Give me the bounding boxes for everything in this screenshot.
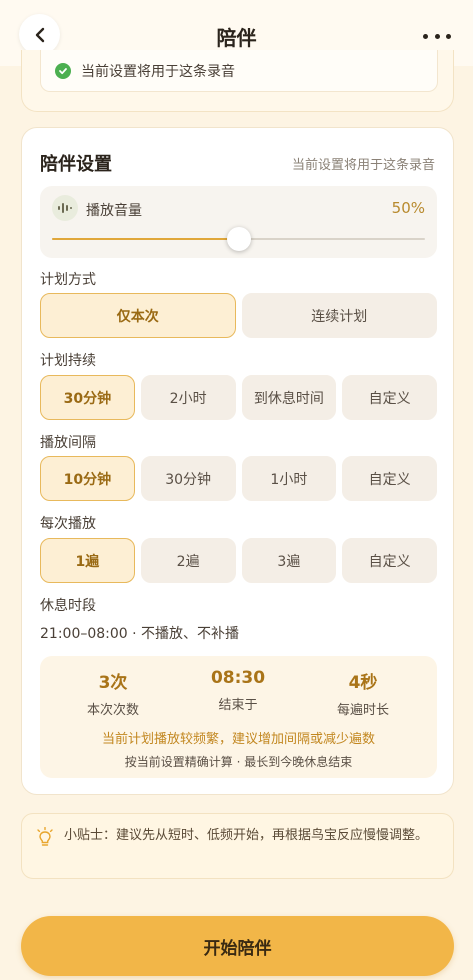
interval-option[interactable]: 10分钟 — [40, 456, 135, 501]
repeat-option[interactable]: 3遍 — [241, 538, 337, 583]
duration-label: 计划持续 — [40, 353, 96, 369]
plan-mode-options: 仅本次 连续计划 — [40, 293, 437, 338]
stat-label: 每遍时长 — [336, 703, 389, 718]
settings-card: 陪伴设置 当前设置将用于这条录音 播放音量 50% 计划方式 仅本次 连续计划 … — [21, 127, 454, 795]
stat-end-time: 08:30 结束于 — [178, 668, 298, 713]
volume-label: 播放音量 — [86, 203, 142, 219]
duration-option[interactable]: 2小时 — [140, 375, 236, 420]
sound-wave-icon — [52, 195, 78, 221]
interval-label: 播放间隔 — [40, 435, 96, 451]
recording-card: 当前设置将用于这条录音 — [21, 50, 454, 112]
volume-value: 50% — [391, 199, 425, 217]
settings-notice: 当前设置将用于这条录音 — [40, 50, 438, 92]
duration-options: 30分钟 2小时 到休息时间 自定义 — [40, 375, 437, 420]
tip-card: 小贴士：建议先从短时、低频开始，再根据鸟宝反应慢慢调整。 — [21, 813, 454, 879]
interval-option[interactable]: 1小时 — [241, 456, 337, 501]
frequency-warning: 当前计划播放较频繁，建议增加间隔或减少遍数 — [101, 732, 375, 747]
start-companion-button[interactable]: 开始陪伴 — [21, 916, 454, 976]
repeat-option[interactable]: 2遍 — [140, 538, 236, 583]
more-dots-icon — [423, 33, 428, 39]
calculation-note: 按当前设置精确计算 · 最长到今晚休息结束 — [124, 755, 353, 769]
volume-panel: 播放音量 50% — [40, 186, 437, 258]
duration-option[interactable]: 自定义 — [342, 375, 437, 420]
plan-mode-option[interactable]: 仅本次 — [40, 293, 236, 338]
page-title: 陪伴 — [216, 26, 257, 50]
rest-period-text: 21:00–08:00 · 不播放、不补播 — [40, 626, 240, 642]
repeat-option[interactable]: 自定义 — [342, 538, 437, 583]
duration-option[interactable]: 到休息时间 — [241, 375, 337, 420]
tip-text: 小贴士：建议先从短时、低频开始，再根据鸟宝反应慢慢调整。 — [64, 828, 429, 843]
stat-duration: 4秒 每遍时长 — [303, 668, 423, 718]
rest-label: 休息时段 — [40, 598, 96, 614]
stat-label: 结束于 — [218, 698, 258, 713]
plan-mode-option[interactable]: 连续计划 — [241, 293, 437, 338]
plan-summary: 3次 本次次数 08:30 结束于 4秒 每遍时长 当前计划播放较频繁，建议增加… — [40, 656, 437, 778]
interval-option[interactable]: 30分钟 — [140, 456, 236, 501]
stat-label: 本次次数 — [86, 703, 139, 718]
repeat-options: 1遍 2遍 3遍 自定义 — [40, 538, 437, 583]
interval-options: 10分钟 30分钟 1小时 自定义 — [40, 456, 437, 501]
stat-value: 4秒 — [348, 673, 378, 693]
duration-option[interactable]: 30分钟 — [40, 375, 135, 420]
volume-slider-thumb[interactable] — [226, 227, 251, 251]
check-icon — [55, 62, 71, 79]
lightbulb-icon — [37, 827, 53, 846]
more-button[interactable] — [423, 24, 451, 48]
plan-mode-label: 计划方式 — [40, 272, 96, 288]
stat-count: 3次 本次次数 — [53, 668, 173, 718]
stat-value: 3次 — [98, 673, 128, 693]
repeat-label: 每次播放 — [40, 516, 96, 532]
volume-slider[interactable] — [52, 227, 425, 251]
settings-subtitle: 当前设置将用于这条录音 — [291, 158, 435, 173]
settings-title: 陪伴设置 — [40, 154, 112, 175]
volume-slider-fill — [52, 238, 239, 240]
repeat-option[interactable]: 1遍 — [40, 538, 135, 583]
interval-option[interactable]: 自定义 — [342, 456, 437, 501]
stat-value: 08:30 — [210, 668, 266, 688]
notice-text: 当前设置将用于这条录音 — [81, 63, 235, 80]
